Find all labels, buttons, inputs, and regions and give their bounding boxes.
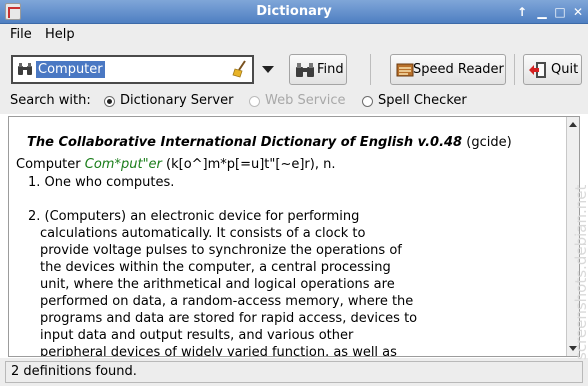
radio-label: Spell Checker bbox=[378, 93, 467, 108]
radio-indicator bbox=[249, 96, 260, 107]
binoculars-icon bbox=[17, 62, 33, 80]
sense-line: input data and output results, and vario… bbox=[40, 328, 354, 343]
sense-line: the devices within the computer, a centr… bbox=[40, 260, 391, 275]
menu-bar: File Help bbox=[0, 24, 588, 46]
quit-button-label: Quit bbox=[551, 62, 579, 77]
source-code: (gcide) bbox=[466, 135, 512, 150]
radio-label: Web Service bbox=[265, 93, 346, 108]
pronunciation: (k[o^]m*p[=u]t"[~e]r), n. bbox=[166, 157, 336, 172]
source-heading: The Collaborative International Dictiona… bbox=[27, 135, 512, 150]
status-text: 2 definitions found. bbox=[5, 361, 583, 383]
find-button-label: Find bbox=[317, 62, 344, 77]
search-value: Computer bbox=[36, 61, 105, 78]
close-icon[interactable]: ✕ bbox=[570, 4, 586, 20]
search-history-dropdown[interactable] bbox=[255, 55, 279, 84]
keep-above-icon[interactable]: ↑ bbox=[514, 4, 530, 20]
speed-reader-button-label: Speed Reader bbox=[413, 62, 504, 77]
toolbar-separator bbox=[370, 54, 371, 85]
chevron-down-icon bbox=[262, 66, 274, 73]
broom-icon[interactable] bbox=[232, 60, 248, 82]
sense-line: 2. (Computers) an electronic device for … bbox=[28, 209, 360, 224]
window-title: Dictionary bbox=[256, 4, 332, 19]
speed-reader-icon bbox=[396, 62, 414, 82]
headword-syllables: Com*put"er bbox=[84, 157, 162, 172]
sense-line: peripheral devices of widely varied func… bbox=[40, 345, 397, 357]
maximize-icon[interactable]: □ bbox=[552, 4, 568, 20]
title-bar: Dictionary ↑ ▁ □ ✕ bbox=[0, 0, 588, 24]
quit-button[interactable]: Quit bbox=[523, 54, 582, 85]
search-with-label: Search with: bbox=[10, 93, 91, 108]
menu-help[interactable]: Help bbox=[45, 27, 75, 42]
toolbar: Computer Find Speed Reader Quit Search w… bbox=[0, 46, 588, 114]
menu-file[interactable]: File bbox=[10, 27, 32, 42]
sense-line: 1. One who computes. bbox=[28, 175, 175, 190]
sense-line: performed on data, a random-access memor… bbox=[40, 294, 414, 309]
radio-label: Dictionary Server bbox=[120, 93, 234, 108]
sense-line: programs and data are stored for rapid a… bbox=[40, 311, 418, 326]
sense-line: unit, where the arithmetical and logical… bbox=[40, 277, 395, 292]
radio-indicator[interactable] bbox=[362, 96, 373, 107]
status-bar: 2 definitions found. bbox=[0, 358, 588, 386]
find-button[interactable]: Find bbox=[289, 54, 347, 85]
headword-line: Computer Com*put"er (k[o^]m*p[=u]t"[~e]r… bbox=[16, 156, 335, 173]
headword: Computer bbox=[16, 157, 81, 172]
binoculars-icon bbox=[295, 62, 315, 82]
radio-indicator[interactable] bbox=[104, 96, 115, 107]
sense-line: provide voltage pulses to synchronize th… bbox=[40, 243, 402, 258]
speed-reader-button[interactable]: Speed Reader bbox=[390, 54, 506, 85]
scroll-up-icon[interactable] bbox=[569, 122, 577, 127]
search-input[interactable]: Computer bbox=[11, 55, 254, 84]
minimize-icon[interactable]: ▁ bbox=[534, 4, 550, 20]
toolbar-separator bbox=[514, 54, 515, 85]
sense-line: calculations automatically. It consists … bbox=[40, 226, 366, 241]
watermark: screenshots.debian.net bbox=[572, 184, 588, 360]
source-title: The Collaborative International Dictiona… bbox=[27, 135, 463, 150]
exit-door-icon bbox=[528, 61, 548, 83]
definition-view[interactable]: The Collaborative International Dictiona… bbox=[8, 116, 580, 357]
